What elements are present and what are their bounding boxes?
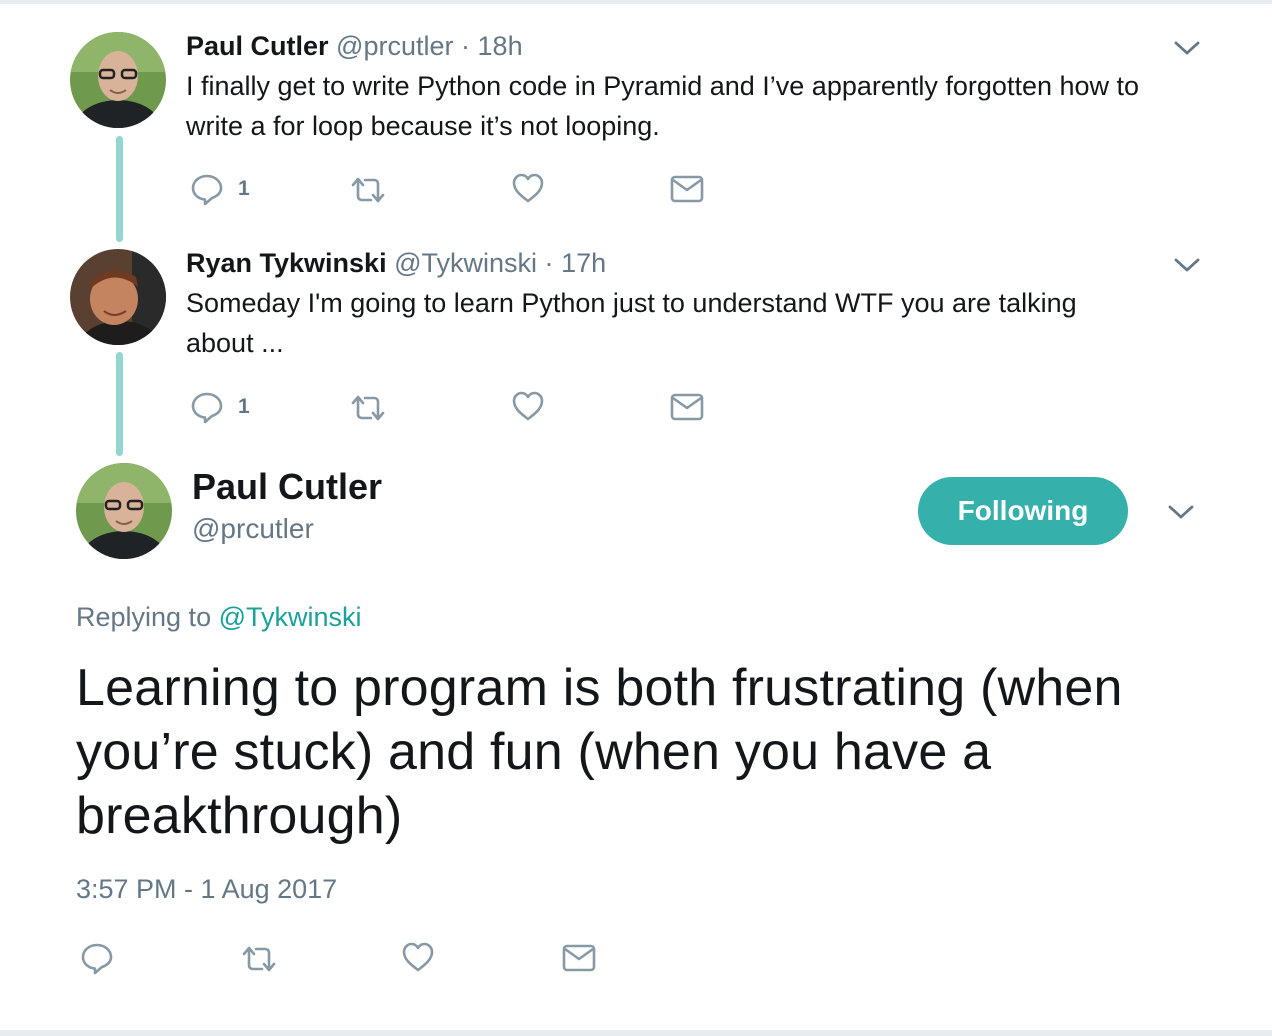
reply-header: Paul Cutler @prcutler · 18h	[186, 30, 523, 62]
reply-button[interactable]	[80, 941, 114, 975]
separator-dot: ·	[461, 31, 471, 61]
main-author-name[interactable]: Paul Cutler	[192, 466, 382, 508]
like-button[interactable]	[401, 941, 435, 973]
author-handle[interactable]: @prcutler	[336, 31, 453, 61]
like-button[interactable]	[511, 390, 545, 422]
reply-button[interactable]: 1	[190, 390, 250, 424]
tweet-text: Someday I'm going to learn Python just t…	[186, 288, 1077, 358]
like-button[interactable]	[511, 172, 545, 204]
separator-dot: ·	[544, 248, 554, 278]
reply-button[interactable]: 1	[190, 172, 250, 206]
tweet-time[interactable]: 17h	[561, 248, 606, 278]
author-handle[interactable]: @Tykwinski	[394, 248, 537, 278]
reply-icon	[80, 941, 114, 975]
author-name[interactable]: Ryan Tykwinski	[186, 248, 387, 278]
heart-icon	[401, 941, 435, 973]
reply-icon	[190, 390, 224, 424]
envelope-icon	[670, 392, 704, 422]
envelope-icon	[670, 174, 704, 204]
reply-count: 1	[238, 395, 250, 418]
retweet-icon	[350, 174, 386, 206]
tweet-text: I finally get to write Python code in Py…	[186, 71, 1140, 141]
main-tweet-text: Learning to program is both frustrating …	[76, 659, 1123, 845]
bottom-divider	[0, 1030, 1272, 1036]
reply-count: 1	[238, 177, 250, 200]
retweet-button[interactable]	[350, 392, 386, 424]
retweet-button[interactable]	[241, 943, 277, 975]
heart-icon	[511, 172, 545, 204]
chevron-down-icon[interactable]	[1166, 502, 1196, 522]
envelope-icon	[562, 943, 596, 973]
direct-message-button[interactable]	[670, 392, 704, 422]
reply-header: Ryan Tykwinski @Tykwinski · 17h	[186, 247, 606, 279]
replying-to-label: Replying to	[76, 602, 212, 632]
main-author-handle[interactable]: @prcutler	[192, 513, 314, 545]
chevron-down-icon[interactable]	[1172, 38, 1202, 58]
thread-connector-line	[116, 136, 123, 242]
retweet-icon	[241, 943, 277, 975]
replying-to-mention[interactable]: @Tykwinski	[219, 602, 362, 632]
direct-message-button[interactable]	[562, 943, 596, 973]
chevron-down-icon[interactable]	[1172, 255, 1202, 275]
retweet-button[interactable]	[350, 174, 386, 206]
tweet-time[interactable]: 18h	[478, 31, 523, 61]
retweet-icon	[350, 392, 386, 424]
author-name[interactable]: Paul Cutler	[186, 31, 329, 61]
avatar-main-author[interactable]	[76, 463, 172, 559]
replying-to-line: Replying to @Tykwinski	[76, 602, 362, 633]
heart-icon	[511, 390, 545, 422]
reply-icon	[190, 172, 224, 206]
following-button[interactable]: Following	[918, 477, 1128, 545]
tweet-thread-page: Paul Cutler @prcutler · 18h I finally ge…	[0, 0, 1272, 1036]
avatar-ryan-tykwinski[interactable]	[70, 249, 166, 345]
avatar-paul-cutler[interactable]	[70, 32, 166, 128]
direct-message-button[interactable]	[670, 174, 704, 204]
thread-connector-line	[116, 352, 123, 456]
tweet-timestamp[interactable]: 3:57 PM - 1 Aug 2017	[76, 874, 337, 905]
